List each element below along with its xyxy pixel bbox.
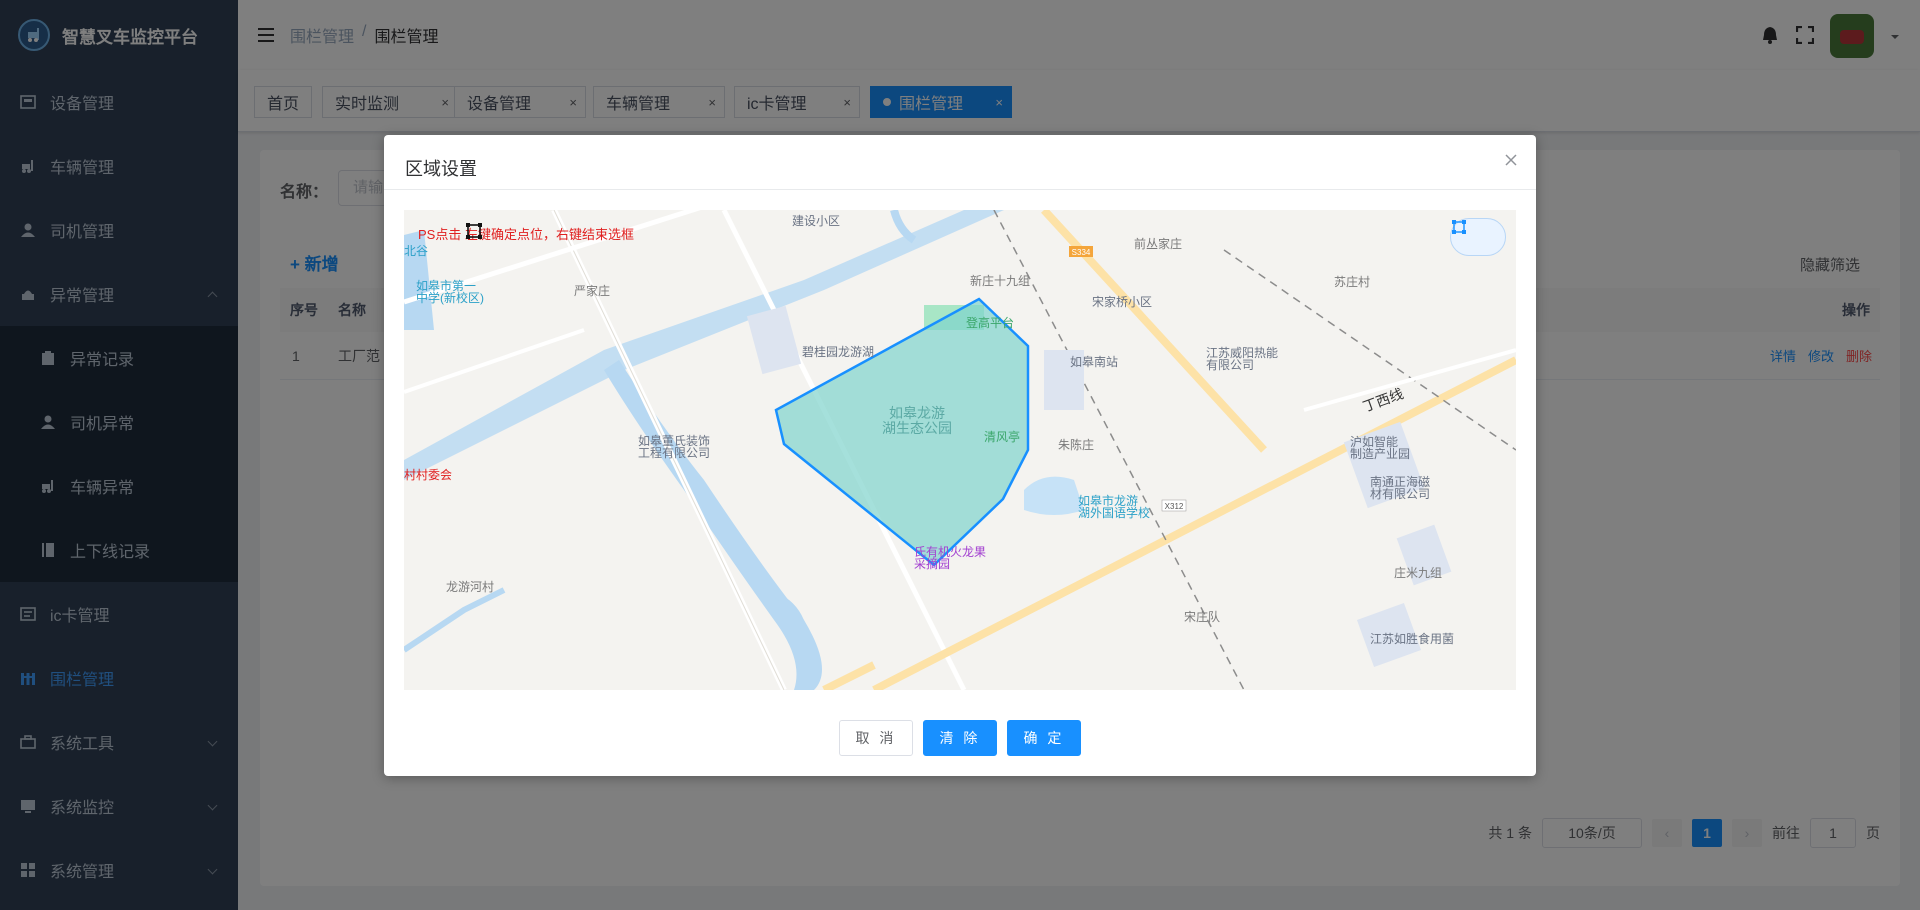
map-label-weiyang: 江苏威阳热能 有限公司 [1206,346,1279,372]
close-icon[interactable] [1504,153,1518,167]
divider [384,189,1536,190]
confirm-button[interactable]: 确 定 [1007,720,1081,756]
map-label-suzhuang: 苏庄村 [1334,275,1371,289]
map-label-longyou-school: 如皋市龙游 湖外国语学校 [1078,494,1151,520]
map-hint-text: PS点击 左键确定点位，右键结束选框 [418,227,634,242]
map-label-qingfeng: 清风亭 [984,430,1021,444]
map-canvas[interactable]: S334 X312 建设小区 前丛家庄 苏庄村 严家庄 新庄十九组 宋家桥小区 … [404,210,1516,690]
map-label-xinzhuang: 新庄十九组 [970,274,1031,288]
map-label-jianshe: 建设小区 [792,214,841,228]
road-shield-s334: S334 [1072,248,1091,257]
map-label-huolong: 氏有机火龙果 采摘园 [914,545,987,571]
map-label-nantong: 南通正海磁 材有限公司 [1370,475,1431,501]
clear-button[interactable]: 清 除 [923,720,997,756]
map-label-songzhuang: 宋庄队 [1184,610,1221,624]
map-label-zhuangmi: 庄米九组 [1394,566,1443,580]
road-shield-x312: X312 [1165,502,1184,511]
map-label-park: 如皋龙游 湖生态公园 [882,405,952,436]
map-label-denggao: 登高平台 [966,316,1015,330]
map-label-beigu: 北谷 [404,244,429,258]
map-label-qiancong: 前丛家庄 [1134,237,1183,251]
dialog-footer: 取 消 清 除 确 定 [384,720,1536,756]
map-label-rugaonan: 如皋南站 [1070,355,1119,369]
map-label-zhongxue: 如皋市第一 中学(新校区) [416,279,484,305]
map-label-songjiaqiao: 宋家桥小区 [1092,295,1153,309]
map-label-rusheng: 江苏如胜食用菌 [1370,632,1455,646]
map-label-cunwei: 村村委会 [404,468,453,482]
map-label-huru: 沪如智能 制造产业园 [1350,435,1411,461]
map-label-zhuchen: 朱陈庄 [1058,438,1095,452]
polygon-draw-tool-button[interactable] [1450,218,1506,256]
map-label-biguiyuan: 碧桂园龙游湖 [802,345,875,359]
dialog-title: 区域设置 [405,159,477,179]
map-label-longyouhe: 龙游河村 [446,580,495,594]
map-label-yanjia: 严家庄 [574,284,611,298]
area-settings-dialog: 区域设置 S334 X312 建设小区 前丛家庄 苏庄村 严家庄 新庄十九组 宋… [384,135,1536,776]
map-label-dongshi: 如皋董氏装饰 工程有限公司 [638,434,711,460]
cancel-button[interactable]: 取 消 [839,720,913,756]
